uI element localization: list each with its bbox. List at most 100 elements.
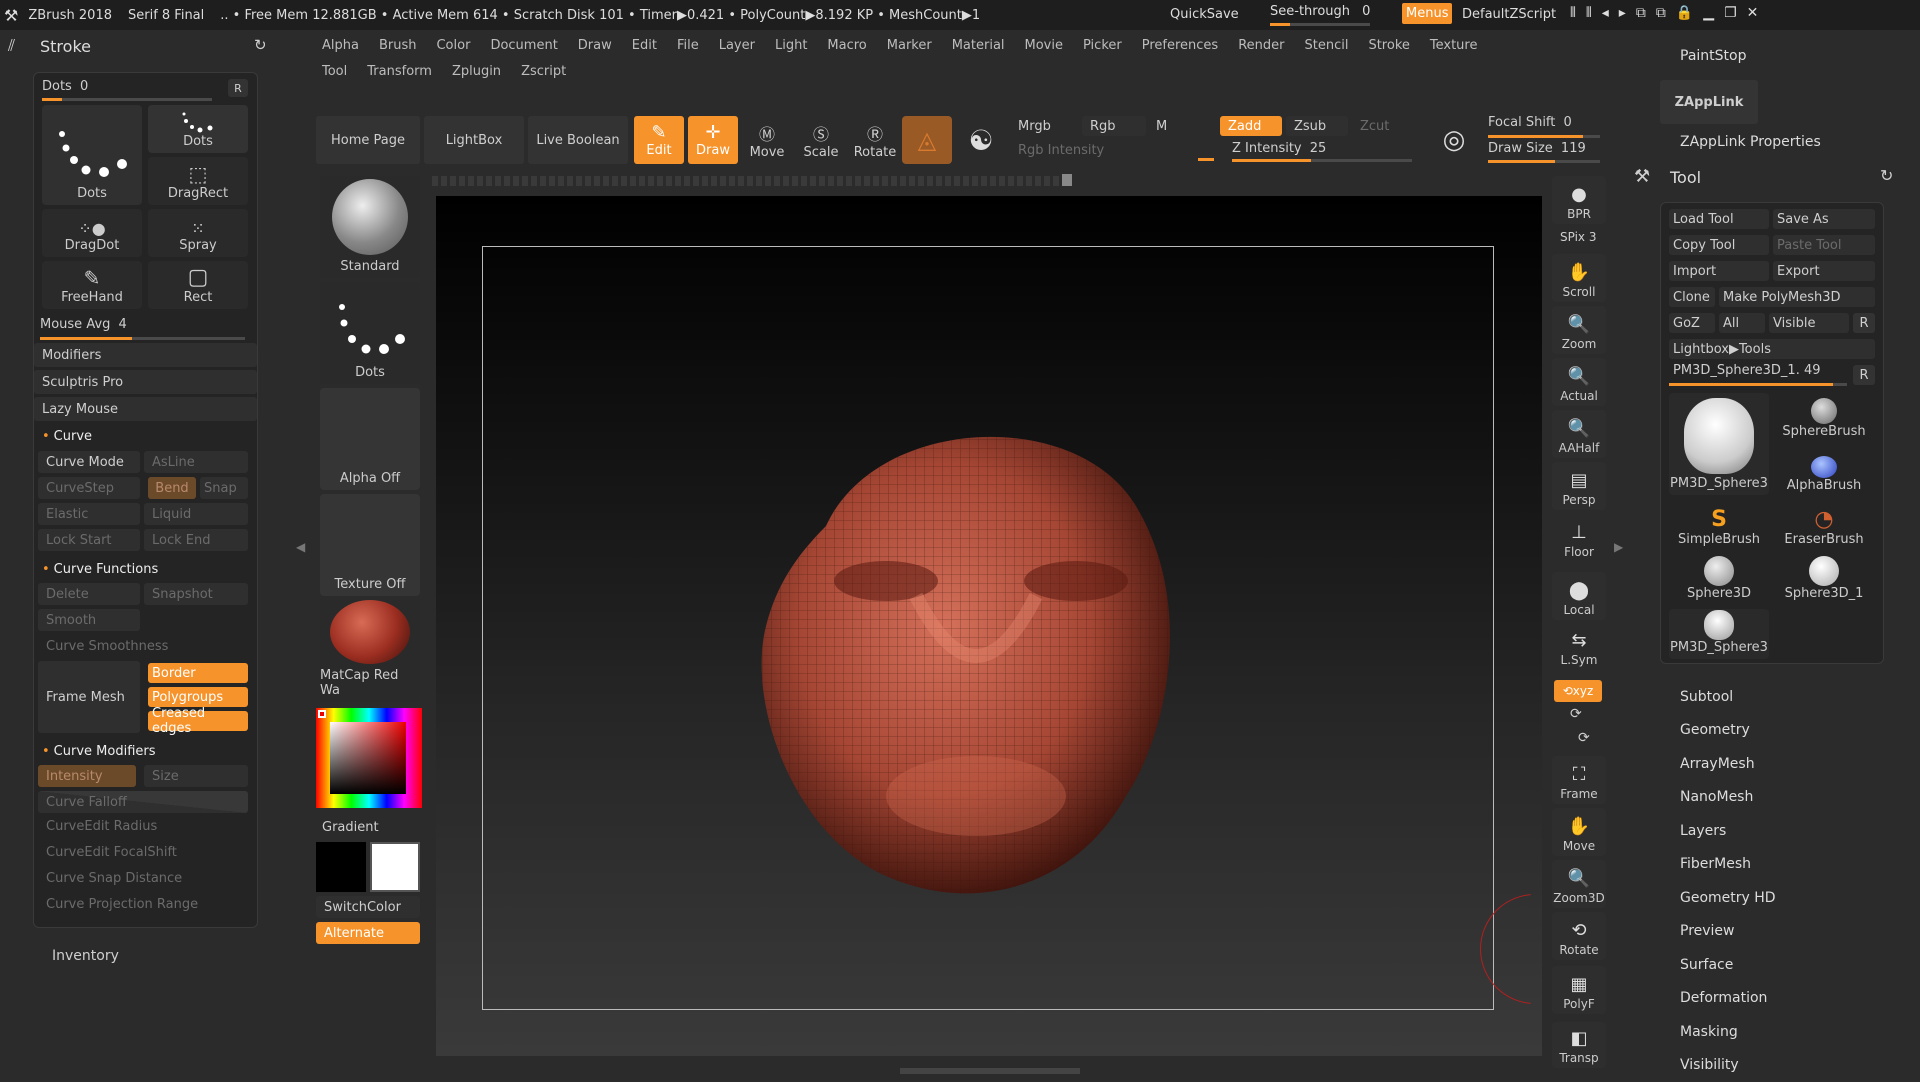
menu-edit[interactable]: Edit — [622, 38, 667, 53]
menu-movie[interactable]: Movie — [1015, 38, 1073, 53]
goz-button[interactable]: GoZ — [1669, 313, 1715, 333]
section-subtool[interactable]: Subtool — [1680, 680, 1900, 714]
m-button[interactable]: M — [1148, 116, 1214, 136]
curve-projection-range-slider[interactable]: Curve Projection Range — [38, 893, 248, 915]
paste-tool-button[interactable]: Paste Tool — [1773, 235, 1875, 255]
section-visibility[interactable]: Visibility — [1680, 1049, 1900, 1082]
scroll-button[interactable]: ✋Scroll — [1552, 254, 1606, 302]
restore-icon[interactable]: ❐ — [1724, 5, 1747, 21]
menu-picker[interactable]: Picker — [1073, 38, 1132, 53]
standard-brush-tile[interactable]: Standard — [320, 176, 420, 278]
local-button[interactable]: ⬤Local — [1552, 572, 1606, 620]
intensity-toggle[interactable]: Intensity — [38, 765, 136, 787]
section-deformation[interactable]: Deformation — [1680, 982, 1900, 1016]
curveedit-radius-slider[interactable]: CurveEdit Radius — [38, 815, 248, 837]
zcut-button[interactable]: Zcut — [1352, 116, 1414, 136]
menu-light[interactable]: Light — [765, 38, 817, 53]
r-current-button[interactable]: R — [1853, 365, 1875, 385]
stroke-tile-dragdot[interactable]: ⁘● DragDot — [42, 209, 142, 257]
menu-texture[interactable]: Texture — [1420, 38, 1488, 53]
color-square[interactable] — [330, 722, 406, 794]
menu-transform[interactable]: Transform — [357, 64, 442, 79]
rotate-y-icon[interactable]: ⟳ — [1570, 706, 1582, 722]
creased-edges-toggle[interactable]: Creased edges — [148, 711, 248, 731]
snap-button[interactable]: Snap — [200, 477, 248, 499]
transp-button[interactable]: ◧Transp — [1552, 1022, 1606, 1068]
sculpt-mesh[interactable] — [726, 376, 1226, 916]
dynamic-button[interactable]: ☯ — [956, 116, 1006, 164]
default-zscript[interactable]: DefaultZScript — [1462, 7, 1556, 22]
inventory-button[interactable]: Inventory — [52, 948, 119, 964]
menu-stencil[interactable]: Stencil — [1294, 38, 1358, 53]
menu-zscript[interactable]: Zscript — [511, 64, 576, 79]
texture-tile[interactable]: Texture Off — [320, 494, 420, 596]
lightbox-tools-button[interactable]: Lightbox▶Tools — [1669, 339, 1875, 359]
zoom-button[interactable]: 🔍Zoom — [1552, 306, 1606, 354]
tool-tile-sphere3d-1[interactable]: Sphere3D_1 — [1773, 555, 1875, 605]
menu-material[interactable]: Material — [942, 38, 1015, 53]
spix-slider[interactable]: SPix 3 — [1560, 230, 1596, 244]
close-icon[interactable]: ✕ — [1747, 5, 1769, 21]
timeline-bar[interactable] — [432, 176, 1072, 186]
zapplink-button[interactable]: ZAppLink — [1660, 80, 1758, 124]
switchcolor-button[interactable]: SwitchColor — [316, 896, 420, 918]
lock-start-button[interactable]: Lock Start — [38, 529, 140, 551]
timeline-marker[interactable] — [1062, 174, 1072, 186]
refresh-icon[interactable]: ↻ — [254, 36, 267, 54]
curve-modifiers-section[interactable]: •Curve Modifiers — [34, 739, 257, 763]
menu-zplugin[interactable]: Zplugin — [442, 64, 511, 79]
make-polymesh-button[interactable]: Make PolyMesh3D — [1719, 287, 1875, 307]
canvas-left-collapse-icon[interactable]: ◀ — [296, 540, 305, 554]
lock-icon[interactable]: 🔒 — [1676, 5, 1703, 21]
bpr-button[interactable]: ●BPR — [1552, 176, 1606, 224]
layout2-icon[interactable]: ⫴ — [1586, 5, 1602, 21]
border-toggle[interactable]: Border — [148, 663, 248, 683]
menu-tool[interactable]: Tool — [312, 64, 357, 79]
menu-marker[interactable]: Marker — [877, 38, 942, 53]
rotate-view-button[interactable]: ⟲Rotate — [1552, 912, 1606, 960]
curve-section[interactable]: •Curve — [34, 424, 257, 448]
arrows-icon[interactable]: ◂▸ — [1602, 5, 1636, 21]
stroke-tile-dragrect[interactable]: ⬚ DragRect — [148, 157, 248, 205]
stroke-tile-dots[interactable]: Dots — [148, 105, 248, 153]
tool-tile-alphabrush[interactable]: AlphaBrush — [1773, 447, 1875, 497]
menu-document[interactable]: Document — [480, 38, 567, 53]
scale-button[interactable]: ⓈScale — [796, 116, 846, 164]
size-toggle[interactable]: Size — [144, 765, 248, 787]
all-button[interactable]: All — [1719, 313, 1765, 333]
menu-brush[interactable]: Brush — [369, 38, 427, 53]
edit-button[interactable]: ✎Edit — [634, 116, 684, 164]
rotate-z-icon[interactable]: ⟳ — [1578, 730, 1590, 746]
tool-tile-pm3d-sphere3-b[interactable]: PM3D_Sphere3 — [1669, 609, 1769, 659]
curve-falloff-curve[interactable]: Curve Falloff — [38, 791, 248, 813]
focal-shift-slider[interactable]: Focal Shift 0 — [1488, 115, 1600, 137]
curve-functions-section[interactable]: •Curve Functions — [34, 557, 257, 581]
material-tile[interactable]: MatCap Red Wa — [320, 600, 420, 702]
section-preview[interactable]: Preview — [1680, 915, 1900, 949]
asline-button[interactable]: AsLine — [144, 451, 248, 473]
current-tool-slider[interactable]: PM3D_Sphere3D_1. 49 — [1669, 363, 1849, 385]
zsub-button[interactable]: Zsub — [1286, 116, 1348, 136]
import-button[interactable]: Import — [1669, 261, 1769, 281]
z-intensity-slider[interactable]: Z Intensity 25 — [1232, 141, 1412, 161]
polyf-button[interactable]: ▦PolyF — [1552, 966, 1606, 1014]
menu-macro[interactable]: Macro — [817, 38, 876, 53]
window2-icon[interactable]: ⧉ — [1656, 5, 1676, 21]
section-fibermesh[interactable]: FiberMesh — [1680, 848, 1900, 882]
section-geometry[interactable]: Geometry — [1680, 714, 1900, 748]
seethrough-slider[interactable]: See-through 0 — [1270, 4, 1390, 19]
bend-button[interactable]: Bend — [148, 477, 196, 499]
copy-tool-button[interactable]: Copy Tool — [1669, 235, 1769, 255]
gradient-label[interactable]: Gradient — [322, 820, 379, 835]
polygroups-toggle[interactable]: Polygroups — [148, 687, 248, 707]
menu-stroke[interactable]: Stroke — [1358, 38, 1419, 53]
liquid-button[interactable]: Liquid — [144, 503, 248, 525]
load-tool-button[interactable]: Load Tool — [1669, 209, 1769, 229]
section-arraymesh[interactable]: ArrayMesh — [1680, 747, 1900, 781]
menu-color[interactable]: Color — [426, 38, 480, 53]
quicksave-button[interactable]: QuickSave — [1170, 7, 1239, 22]
tool-tile-simplebrush[interactable]: S SimpleBrush — [1669, 501, 1769, 551]
sculptris-mode-button[interactable]: ◬ — [902, 116, 952, 164]
canvas-right-collapse-icon[interactable]: ▶ — [1614, 540, 1623, 554]
export-button[interactable]: Export — [1773, 261, 1875, 281]
